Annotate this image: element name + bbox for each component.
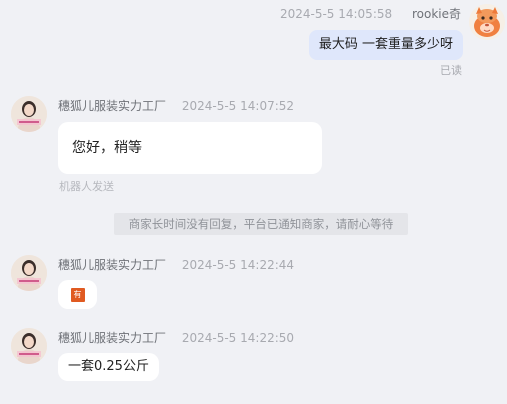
message-bubble[interactable]: 您好，稍等	[58, 122, 322, 174]
self-message-meta: 2024-5-5 14:05:58 rookie奇	[280, 6, 461, 22]
message-timestamp: 2024-5-5 14:22:50	[181, 331, 295, 345]
sender-name: 穗狐儿服装实力工厂	[58, 331, 167, 345]
message-meta: 穗狐儿服装实力工厂 2024-5-5 14:22:50	[58, 330, 294, 346]
robot-sent-note: 机器人发送	[59, 180, 114, 193]
shop-avatar[interactable]	[11, 96, 47, 132]
chat-window: 2024-5-5 14:05:58 rookie奇 最大码 一套重量多少呀 已读	[0, 0, 507, 404]
message-bubble[interactable]: 一套0.25公斤	[58, 353, 159, 381]
image-thumbnail-icon[interactable]: 有	[70, 287, 85, 302]
message-timestamp: 2024-5-5 14:22:44	[181, 258, 295, 272]
self-avatar[interactable]	[469, 4, 505, 40]
shop-avatar[interactable]	[11, 255, 47, 291]
message-meta: 穗狐儿服装实力工厂 2024-5-5 14:22:44	[58, 257, 294, 273]
message-meta: 穗狐儿服装实力工厂 2024-5-5 14:07:52	[58, 98, 294, 114]
self-message-bubble[interactable]: 最大码 一套重量多少呀	[308, 30, 463, 60]
system-notice: 商家长时间没有回复，平台已通知商家，请耐心等待	[114, 213, 408, 235]
shop-photo-avatar-icon	[11, 328, 47, 364]
message-timestamp: 2024-5-5 14:07:52	[181, 99, 295, 113]
read-status: 已读	[440, 64, 462, 77]
self-message-timestamp: 2024-5-5 14:05:58	[279, 7, 393, 21]
orange-cartoon-avatar-icon	[469, 4, 505, 40]
image-message-bubble[interactable]: 有	[58, 280, 97, 309]
shop-photo-avatar-icon	[11, 96, 47, 132]
sender-name: 穗狐儿服装实力工厂	[58, 258, 167, 272]
sender-name: 穗狐儿服装实力工厂	[58, 99, 167, 113]
shop-avatar[interactable]	[11, 328, 47, 364]
shop-photo-avatar-icon	[11, 255, 47, 291]
self-username: rookie奇	[411, 7, 461, 21]
